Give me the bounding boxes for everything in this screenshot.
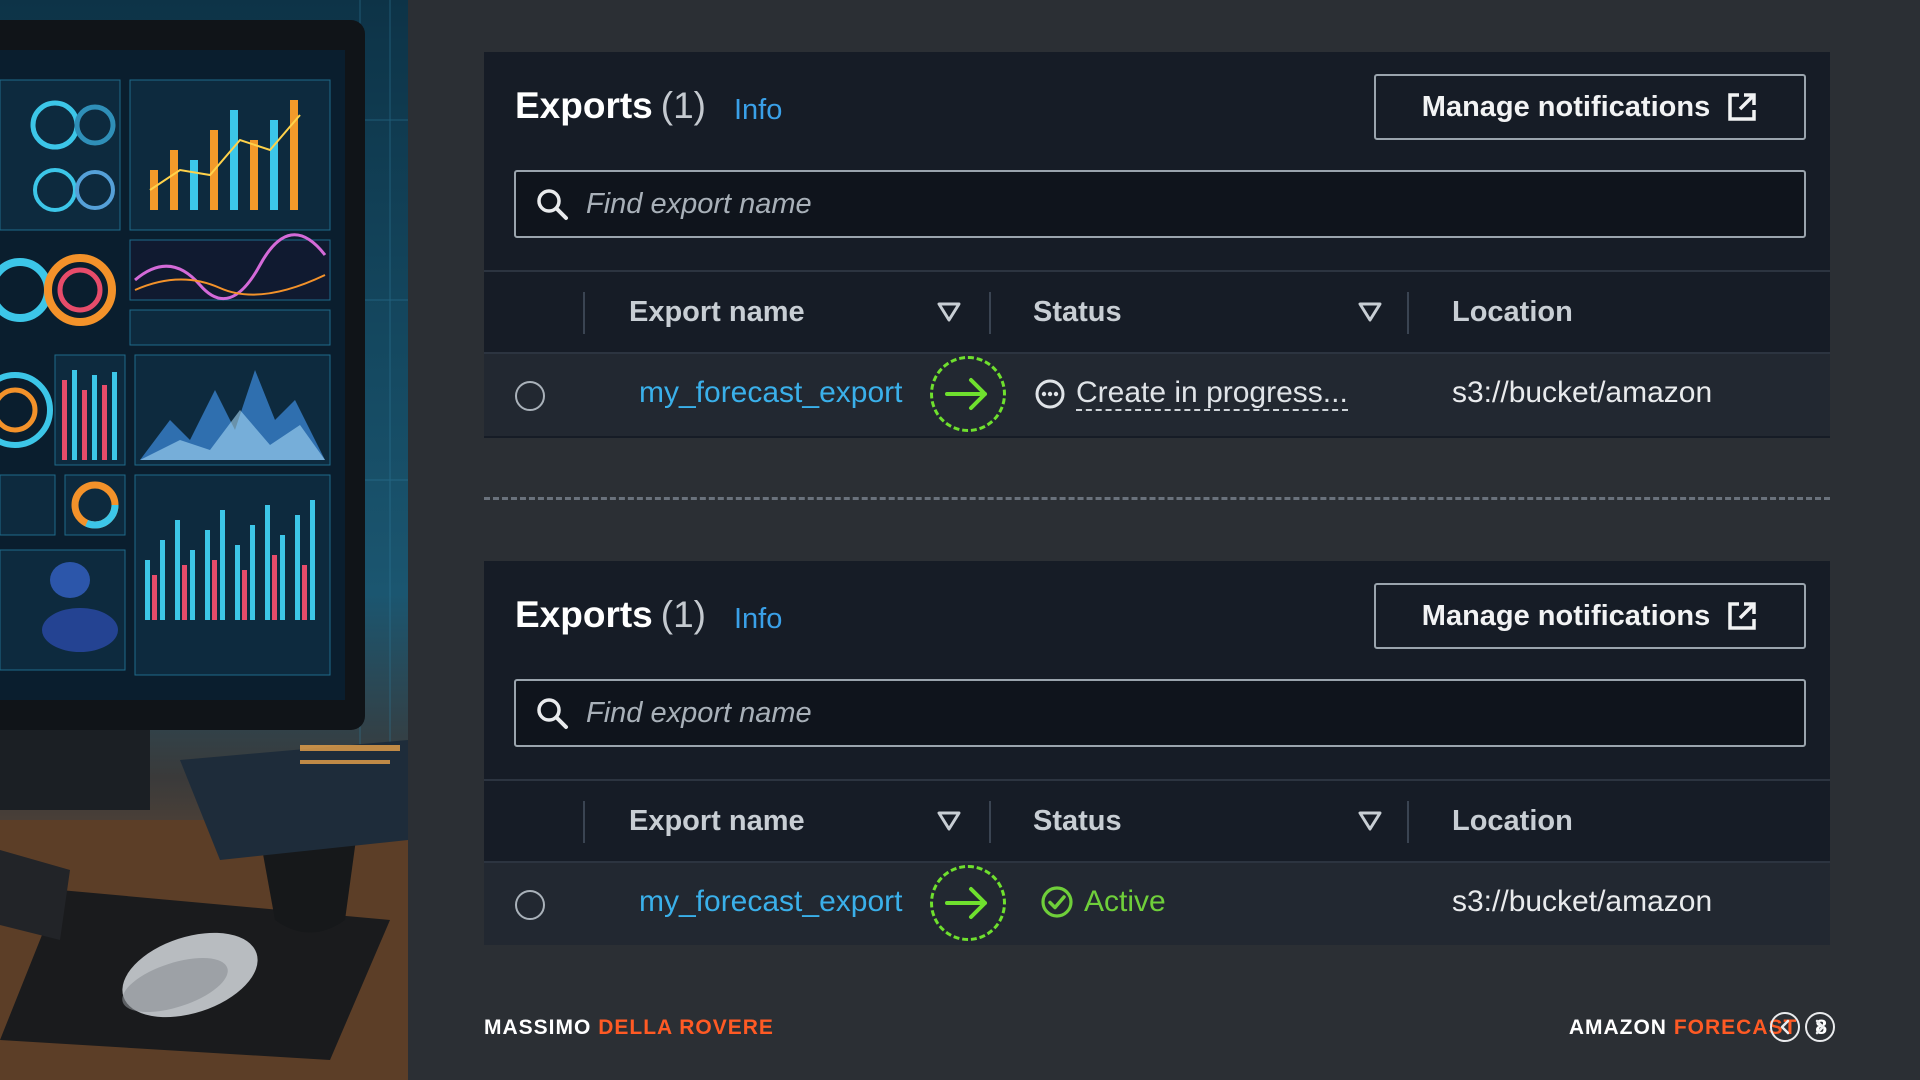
chevron-left-icon	[1780, 1019, 1790, 1035]
filter-caret-icon[interactable]	[1358, 811, 1382, 831]
author-first-name: MASSIMO	[484, 1016, 592, 1039]
column-header-export-name[interactable]: Export name	[629, 272, 805, 352]
search-input[interactable]	[586, 696, 1804, 730]
manage-notifications-label: Manage notifications	[1421, 90, 1711, 123]
export-count: (1)	[660, 85, 706, 126]
panel-title: Exports (1)	[515, 594, 706, 635]
filter-caret-icon[interactable]	[937, 811, 961, 831]
info-link[interactable]: Info	[734, 603, 782, 636]
row-select-radio[interactable]	[515, 381, 545, 411]
panel-header: Exports (1) Info Manage notifications	[484, 561, 1830, 681]
footer-author: MASSIMO DELLA ROVERE	[484, 1016, 774, 1040]
exports-panel-2: Exports(1) Info Manage notifications Exp…	[484, 561, 1830, 945]
exports-panel-1: Exports(1) Info Manage notifications Exp…	[484, 52, 1830, 438]
status-text[interactable]: Create in progress...	[1076, 376, 1348, 411]
filter-caret-icon[interactable]	[1358, 302, 1382, 322]
author-last-name: DELLA ROVERE	[598, 1016, 774, 1039]
table-row: my_forecast_export Active s3://bucket/am…	[484, 863, 1830, 945]
search-icon	[537, 698, 568, 729]
status-indicator: Active	[1040, 885, 1166, 919]
highlight-arrow-icon	[930, 356, 1006, 432]
panel-header: Exports (1) Info Manage notifications	[484, 52, 1830, 172]
column-separator	[1407, 292, 1409, 334]
section-divider	[484, 497, 1830, 500]
info-link[interactable]: Info	[734, 94, 782, 127]
check-circle-icon	[1041, 886, 1073, 918]
column-separator	[989, 292, 991, 334]
column-header-location: Location	[1452, 295, 1573, 328]
external-link-icon	[1726, 600, 1758, 632]
column-separator	[989, 801, 991, 843]
column-separator	[583, 801, 585, 843]
next-slide-button[interactable]	[1805, 1012, 1835, 1042]
table-row: my_forecast_export Create in progress...…	[484, 354, 1830, 436]
table-header: Export name Status Location	[484, 270, 1830, 354]
panel-title: Exports (1)	[515, 85, 706, 126]
export-name-link[interactable]: my_forecast_export	[639, 376, 902, 410]
row-select-radio[interactable]	[515, 890, 545, 920]
column-header-status[interactable]: Status	[1033, 272, 1122, 352]
filter-caret-icon[interactable]	[937, 302, 961, 322]
monitor-illustration	[0, 0, 408, 1080]
column-separator	[583, 292, 585, 334]
product-first: AMAZON	[1568, 1016, 1667, 1039]
manage-notifications-button[interactable]: Manage notifications	[1374, 583, 1806, 649]
status-text: Active	[1084, 885, 1166, 918]
export-name-link[interactable]: my_forecast_export	[639, 885, 902, 919]
manage-notifications-button[interactable]: Manage notifications	[1374, 74, 1806, 140]
location-value: s3://bucket/amazon	[1452, 376, 1713, 409]
previous-slide-button[interactable]	[1770, 1012, 1800, 1042]
column-header-status[interactable]: Status	[1033, 781, 1122, 861]
column-separator	[1407, 801, 1409, 843]
search-icon	[537, 189, 568, 220]
export-count: (1)	[660, 594, 706, 635]
external-link-icon	[1726, 91, 1758, 123]
column-header-export-name[interactable]: Export name	[629, 781, 805, 861]
table-header: Export name Status Location	[484, 779, 1830, 863]
location-value: s3://bucket/amazon	[1452, 885, 1713, 918]
chevron-right-icon	[1815, 1019, 1825, 1035]
column-header-location: Location	[1452, 804, 1573, 837]
highlight-arrow-icon	[930, 865, 1006, 941]
manage-notifications-label: Manage notifications	[1421, 599, 1711, 632]
search-input[interactable]	[586, 187, 1804, 221]
search-box[interactable]	[514, 170, 1806, 238]
in-progress-icon	[1035, 379, 1065, 408]
search-box[interactable]	[514, 679, 1806, 747]
status-indicator: Create in progress...	[1034, 376, 1348, 411]
